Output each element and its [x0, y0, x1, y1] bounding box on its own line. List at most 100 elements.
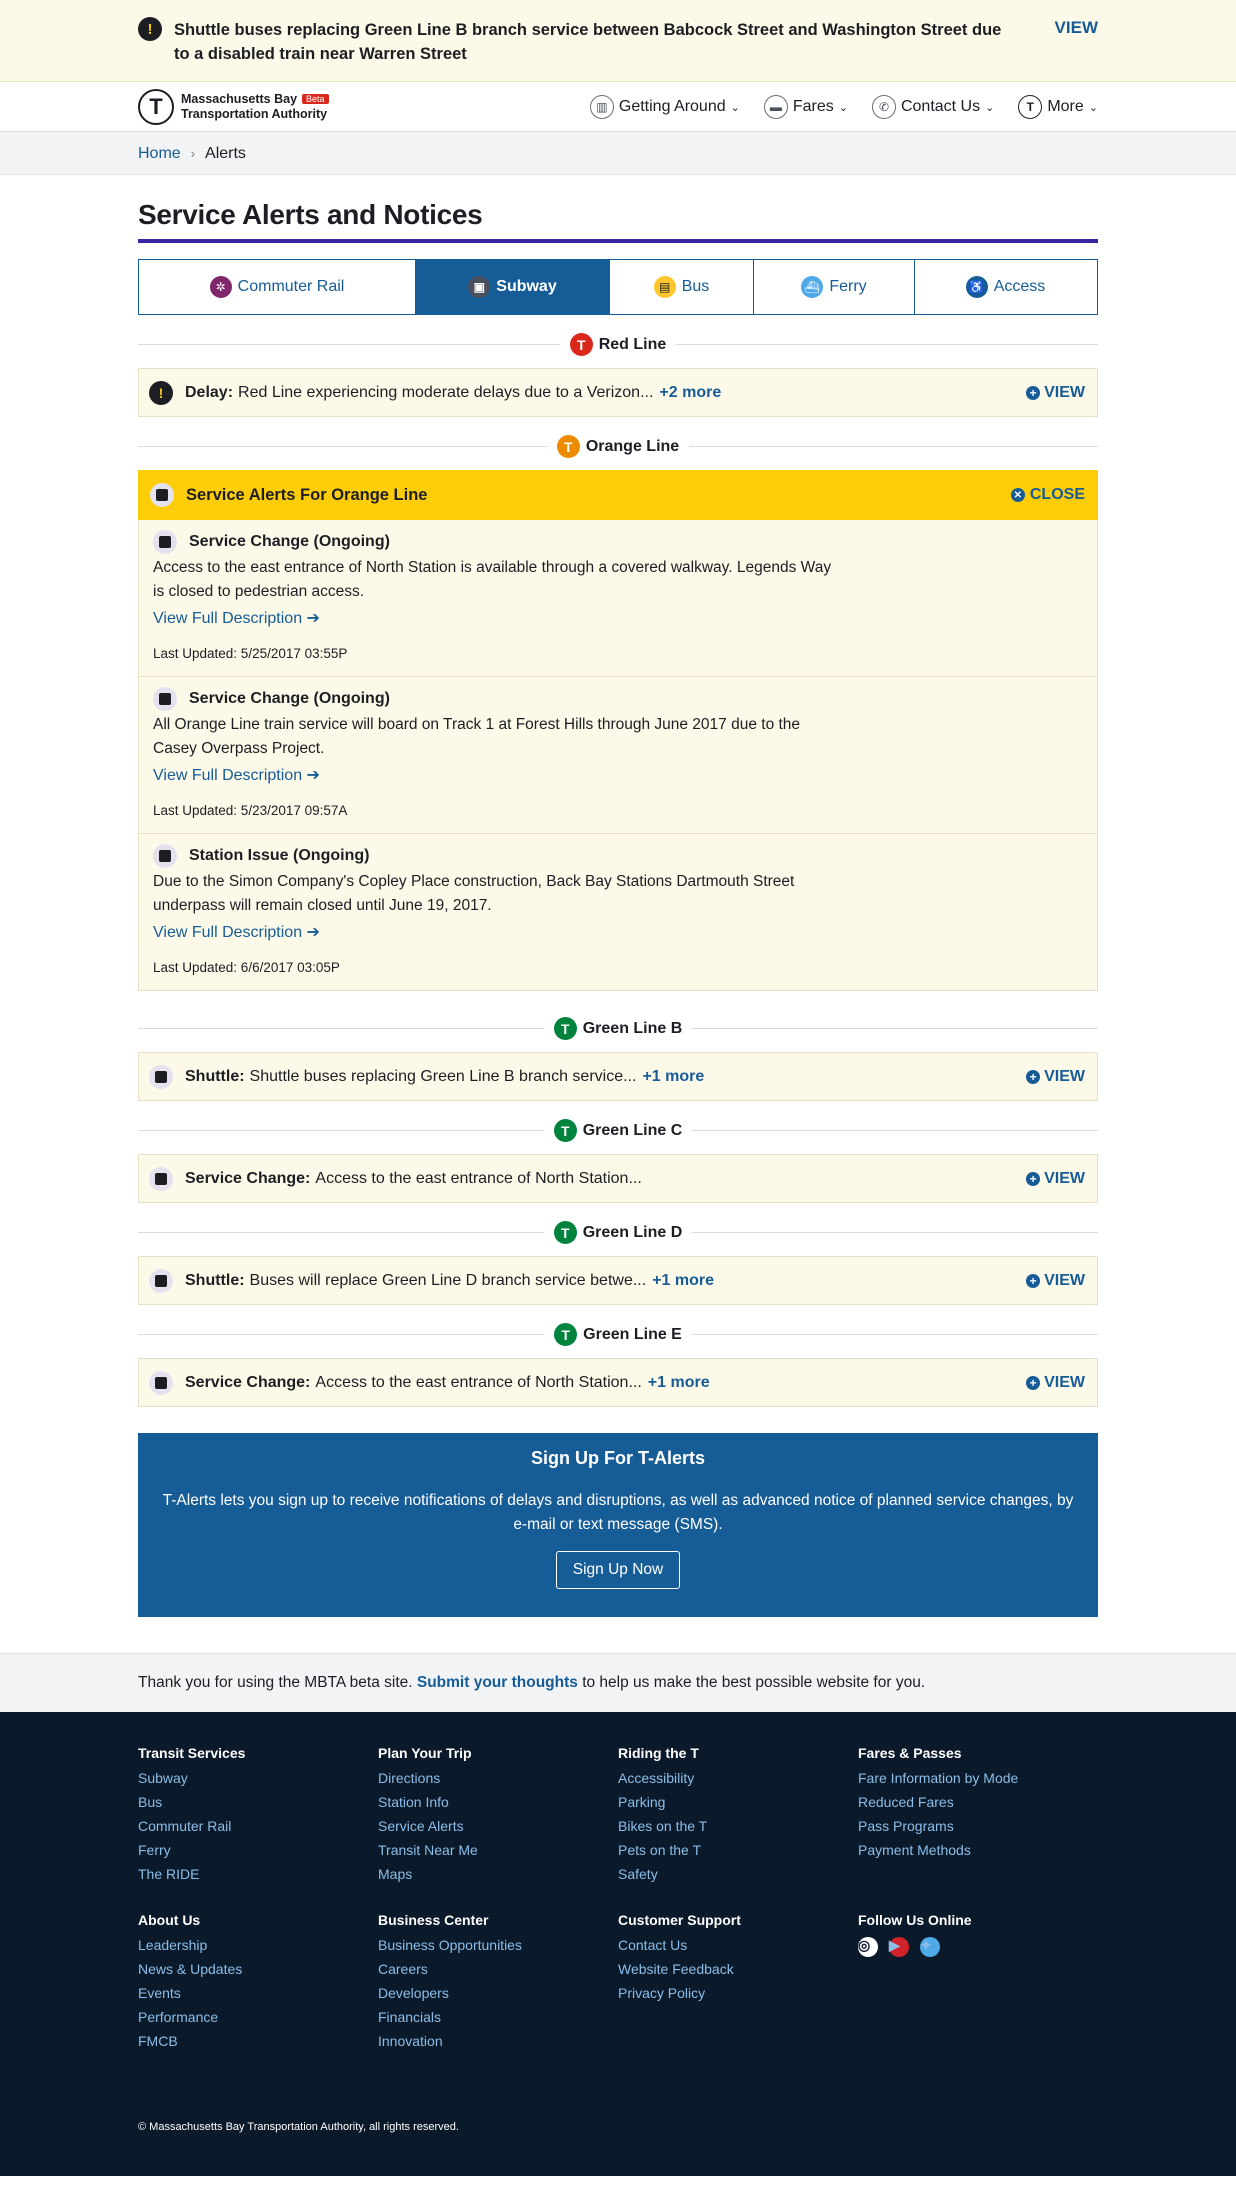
shuttle-icon [149, 1268, 173, 1293]
chevron-down-icon: ⌄ [838, 101, 848, 114]
org-name[interactable]: Massachusetts Bay Beta Transportation Aut… [181, 92, 329, 122]
footer-link[interactable]: Careers [378, 1961, 618, 1977]
more-alerts-link[interactable]: +2 more [659, 384, 721, 402]
footer-link[interactable]: Contact Us [618, 1937, 858, 1953]
alert-detail: Service Change (Ongoing) All Orange Line… [138, 677, 1098, 834]
view-full-description-link[interactable]: View Full Description ➔ [153, 608, 1083, 628]
footer-link[interactable]: Innovation [378, 2033, 618, 2049]
footer-link[interactable]: Payment Methods [858, 1842, 1098, 1858]
footer-link[interactable]: Developers [378, 1985, 618, 2001]
alert-row-green-line-e[interactable]: Service Change: Access to the east entra… [138, 1358, 1098, 1407]
arrow-right-icon: ➔ [306, 610, 320, 627]
tab-access[interactable]: ♿ Access [915, 260, 1096, 314]
footer-link[interactable]: Business Opportunities [378, 1937, 618, 1953]
close-button[interactable]: ✕ CLOSE [1010, 486, 1085, 504]
footer-link[interactable]: News & Updates [138, 1961, 378, 1977]
view-full-description-link[interactable]: View Full Description ➔ [153, 765, 1083, 785]
signup-title: Sign Up For T-Alerts [530, 1448, 705, 1468]
beta-badge: Beta [302, 94, 329, 104]
footer-link[interactable]: Financials [378, 2009, 618, 2025]
twitter-icon[interactable]: ✦ [920, 1937, 940, 1957]
footer-link[interactable]: Directions [378, 1770, 618, 1786]
alert-detail: Service Change (Ongoing) Access to the e… [138, 520, 1098, 677]
footer-link[interactable]: Reduced Fares [858, 1794, 1098, 1810]
more-alerts-link[interactable]: +1 more [642, 1068, 704, 1086]
footer-link[interactable]: Bus [138, 1794, 378, 1810]
warning-icon: ! [138, 17, 162, 41]
youtube-icon[interactable]: ▶ [889, 1937, 909, 1957]
nav-contact-us[interactable]: ✆ Contact Us ⌄ [871, 95, 995, 119]
green-line-t-icon: T [553, 1017, 577, 1040]
footer-link[interactable]: Events [138, 1985, 378, 2001]
footer-link[interactable]: Accessibility [618, 1770, 858, 1786]
view-button[interactable]: + VIEW [1026, 1272, 1085, 1290]
mbta-logo-icon[interactable]: T [138, 89, 174, 125]
arrow-right-icon: ➔ [306, 924, 320, 941]
footer-link[interactable]: Subway [138, 1770, 378, 1786]
footer-link[interactable]: Website Feedback [618, 1961, 858, 1977]
orange-line-t-icon: T [556, 435, 580, 458]
nav-fares[interactable]: ▬ Fares ⌄ [763, 95, 848, 119]
view-button[interactable]: + VIEW [1026, 1068, 1085, 1086]
footer-link[interactable]: Safety [618, 1866, 858, 1882]
footer-link[interactable]: FMCB [138, 2033, 378, 2049]
footer-column: About Us Leadership News & Updates Event… [138, 1912, 378, 2057]
green-line-t-icon: T [553, 1119, 577, 1142]
view-button[interactable]: + VIEW [1026, 384, 1085, 402]
green-line-t-icon: T [554, 1323, 578, 1346]
arrow-right-icon: ➔ [306, 767, 320, 784]
chevron-right-icon: › [190, 146, 196, 161]
footer-column: Follow Us Online ◎ ▶ ✦ [858, 1912, 1098, 2057]
plus-circle-icon: + [1026, 385, 1041, 400]
footer-link[interactable]: Service Alerts [378, 1818, 618, 1834]
tab-subway[interactable]: ▣ Subway [416, 260, 610, 314]
tab-bus[interactable]: ▤ Bus [610, 260, 754, 314]
more-alerts-link[interactable]: +1 more [648, 1374, 710, 1392]
service-change-icon [153, 530, 177, 554]
footer-column: Plan Your Trip Directions Station Info S… [378, 1745, 618, 1890]
alert-row-green-line-d[interactable]: Shuttle: Buses will replace Green Line D… [138, 1256, 1098, 1305]
view-button[interactable]: + VIEW [1026, 1170, 1085, 1188]
accessibility-icon: ♿ [965, 276, 988, 298]
banner-view-link[interactable]: VIEW [1055, 18, 1098, 38]
alert-row-red-line[interactable]: ! Delay: Red Line experiencing moderate … [138, 368, 1098, 417]
view-button[interactable]: + VIEW [1026, 1374, 1085, 1392]
station-issue-icon [153, 844, 177, 868]
footer-link[interactable]: Leadership [138, 1937, 378, 1953]
footer-link[interactable]: Bikes on the T [618, 1818, 858, 1834]
sign-up-button[interactable]: Sign Up Now [555, 1551, 681, 1589]
footer-column: Business Center Business Opportunities C… [378, 1912, 618, 2057]
footer-link[interactable]: Ferry [138, 1842, 378, 1858]
tab-ferry[interactable]: ⛴ Ferry [754, 260, 915, 314]
footer-link[interactable]: Commuter Rail [138, 1818, 378, 1834]
view-full-description-link[interactable]: View Full Description ➔ [153, 922, 1083, 942]
plus-circle-icon: + [1026, 1171, 1041, 1186]
nav-more[interactable]: T More ⌄ [1018, 95, 1098, 119]
footer-link[interactable]: Pass Programs [858, 1818, 1098, 1834]
service-change-icon [149, 1370, 173, 1395]
plus-circle-icon: + [1026, 1375, 1041, 1390]
breadcrumb-home[interactable]: Home [138, 145, 181, 163]
more-alerts-link[interactable]: +1 more [652, 1272, 714, 1290]
footer-link[interactable]: Privacy Policy [618, 1985, 858, 2001]
alert-row-green-line-c[interactable]: Service Change: Access to the east entra… [138, 1154, 1098, 1203]
footer-link[interactable]: Fare Information by Mode [858, 1770, 1098, 1786]
footer-column: Fares & Passes Fare Information by Mode … [858, 1745, 1098, 1890]
footer-link[interactable]: The RIDE [138, 1866, 378, 1882]
footer-link[interactable]: Parking [618, 1794, 858, 1810]
instagram-icon[interactable]: ◎ [858, 1937, 878, 1957]
tab-commuter-rail[interactable]: ✲ Commuter Rail [139, 260, 416, 314]
chevron-down-icon: ⌄ [985, 101, 995, 114]
map-icon: ▥ [589, 95, 614, 119]
nav-getting-around[interactable]: ▥ Getting Around ⌄ [589, 95, 740, 119]
submit-thoughts-link[interactable]: Submit your thoughts [417, 1674, 578, 1691]
footer-link[interactable]: Transit Near Me [378, 1842, 618, 1858]
close-icon: ✕ [1010, 488, 1025, 502]
footer-link[interactable]: Pets on the T [618, 1842, 858, 1858]
footer-column: Riding the T Accessibility Parking Bikes… [618, 1745, 858, 1890]
footer-link[interactable]: Station Info [378, 1794, 618, 1810]
service-change-icon [153, 687, 177, 711]
footer-link[interactable]: Maps [378, 1866, 618, 1882]
alert-row-green-line-b[interactable]: Shuttle: Shuttle buses replacing Green L… [138, 1052, 1098, 1101]
footer-link[interactable]: Performance [138, 2009, 378, 2025]
